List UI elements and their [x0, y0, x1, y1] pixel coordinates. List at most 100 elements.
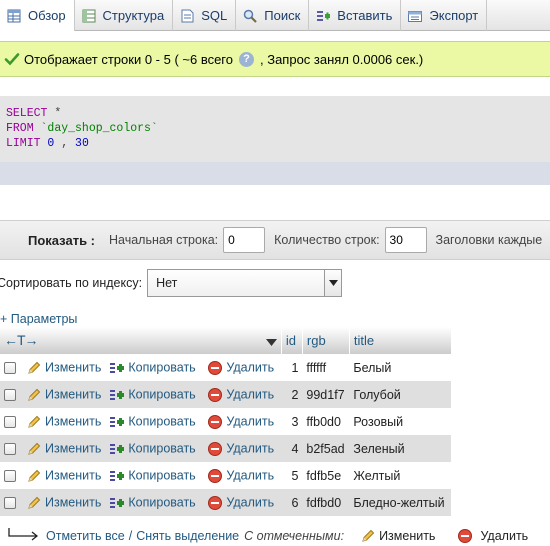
sort-row: Сортировать по индексу: Нет: [0, 269, 343, 297]
start-row-input[interactable]: [223, 227, 266, 253]
copy-link[interactable]: Копировать: [105, 489, 204, 516]
pencil-icon: [26, 468, 42, 484]
cell-title: Розовый: [349, 408, 452, 435]
copy-link[interactable]: Копировать: [105, 435, 204, 462]
row-checkbox[interactable]: [4, 416, 16, 429]
pencil-icon: [26, 495, 42, 511]
tab-export-label: Экспорт: [429, 8, 479, 23]
delete-icon: [207, 468, 223, 484]
delete-label: Удалить: [226, 467, 275, 482]
start-row-label: Начальная строка:: [109, 233, 219, 247]
tab-structure-label: Структура: [102, 8, 165, 23]
copy-label: Копировать: [128, 440, 196, 455]
sql-count: 30: [75, 137, 89, 150]
copy-icon: [109, 468, 125, 484]
check-icon: [4, 51, 20, 67]
tab-bar: Обзор Структура SQL Поиск Вставить Экспо…: [0, 0, 550, 31]
edit-link[interactable]: Изменить: [22, 381, 106, 408]
row-checkbox[interactable]: [4, 497, 16, 510]
delete-icon: [207, 360, 223, 376]
uncheck-all-link[interactable]: Снять выделение: [136, 529, 239, 543]
results-table: ←T→ id rgb title Изменить Копировать Уда…: [0, 327, 452, 516]
copy-label: Копировать: [128, 359, 196, 374]
copy-link[interactable]: Копировать: [105, 354, 204, 381]
tab-search[interactable]: Поиск: [236, 0, 310, 31]
cell-title: Бледно-желтый: [349, 489, 452, 516]
bulk-actions-bar: Отметить все / Снять выделение С отмечен…: [0, 526, 550, 546]
sort-label: Сортировать по индексу:: [0, 276, 143, 290]
copy-icon: [109, 387, 125, 403]
delete-link[interactable]: Удалить: [203, 489, 282, 516]
edit-label: Изменить: [45, 386, 102, 401]
copy-icon: [109, 414, 125, 430]
tab-structure[interactable]: Структура: [75, 0, 174, 31]
sort-index-select[interactable]: Нет: [147, 269, 343, 297]
tab-export[interactable]: Экспорт: [401, 0, 488, 31]
edit-label: Изменить: [45, 467, 102, 482]
options-toggle[interactable]: + Параметры: [0, 312, 77, 326]
column-header-title[interactable]: title: [349, 327, 452, 354]
edit-link[interactable]: Изменить: [22, 354, 106, 381]
cell-id: 6: [281, 489, 303, 516]
delete-label: Удалить: [226, 494, 275, 509]
delete-link[interactable]: Удалить: [203, 462, 282, 489]
row-checkbox[interactable]: [4, 443, 16, 456]
sort-dropdown-icon[interactable]: [265, 334, 277, 349]
cell-rgb: 99d1f7: [302, 381, 350, 408]
cell-id: 4: [281, 435, 303, 462]
bulk-edit-label: Изменить: [379, 529, 436, 543]
bulk-delete-button[interactable]: Удалить: [457, 528, 528, 544]
row-count-input[interactable]: [384, 227, 427, 253]
pencil-icon: [26, 414, 42, 430]
tab-sql[interactable]: SQL: [173, 0, 237, 31]
edit-link[interactable]: Изменить: [22, 489, 106, 516]
copy-icon: [109, 441, 125, 457]
structure-icon: [81, 8, 97, 24]
delete-link[interactable]: Удалить: [203, 381, 282, 408]
bulk-edit-button[interactable]: Изменить: [360, 528, 435, 544]
copy-label: Копировать: [128, 413, 196, 428]
delete-label: Удалить: [226, 413, 275, 428]
select-arrow-icon: [8, 527, 40, 545]
cell-id: 3: [281, 408, 303, 435]
table-row: Изменить Копировать Удалить 2 99d1f7 Гол…: [0, 381, 452, 408]
chevron-down-icon: [324, 270, 342, 296]
sql-table-name: `day_shop_colors`: [40, 122, 158, 135]
headers-every-label: Заголовки каждые: [435, 233, 543, 247]
edit-link[interactable]: Изменить: [22, 462, 106, 489]
delete-link[interactable]: Удалить: [203, 354, 282, 381]
column-header-id[interactable]: id: [281, 327, 303, 354]
column-arrows-icon[interactable]: ←T→: [4, 332, 39, 348]
row-checkbox-cell: [0, 435, 22, 462]
row-checkbox[interactable]: [4, 470, 16, 483]
tab-browse[interactable]: Обзор: [0, 0, 75, 31]
copy-link[interactable]: Копировать: [105, 408, 204, 435]
sql-icon: [179, 8, 195, 24]
check-all-link[interactable]: Отметить все: [46, 529, 125, 543]
copy-link[interactable]: Копировать: [105, 462, 204, 489]
delete-link[interactable]: Удалить: [203, 408, 282, 435]
sort-index-value: Нет: [156, 276, 178, 290]
delete-label: Удалить: [226, 359, 275, 374]
table-row: Изменить Копировать Удалить 6 fdfbd0 Бле…: [0, 489, 452, 516]
copy-link[interactable]: Копировать: [105, 381, 204, 408]
cell-title: Зеленый: [349, 435, 452, 462]
copy-label: Копировать: [128, 467, 196, 482]
table-header-row: ←T→ id rgb title: [0, 327, 452, 354]
edit-label: Изменить: [45, 440, 102, 455]
sql-limit-keyword: LIMIT: [6, 137, 41, 150]
delete-icon: [207, 441, 223, 457]
edit-link[interactable]: Изменить: [22, 408, 106, 435]
pencil-icon: [26, 441, 42, 457]
pencil-icon: [26, 360, 42, 376]
edit-link[interactable]: Изменить: [22, 435, 106, 462]
show-label: Показать :: [28, 232, 95, 248]
row-checkbox[interactable]: [4, 362, 16, 375]
column-header-rgb[interactable]: rgb: [302, 327, 350, 354]
help-icon[interactable]: ?: [239, 51, 254, 67]
row-checkbox[interactable]: [4, 389, 16, 402]
delete-link[interactable]: Удалить: [203, 435, 282, 462]
delete-icon: [207, 495, 223, 511]
tab-insert[interactable]: Вставить: [309, 0, 402, 31]
sql-query-box: SELECT * FROM `day_shop_colors` LIMIT 0 …: [0, 96, 550, 162]
